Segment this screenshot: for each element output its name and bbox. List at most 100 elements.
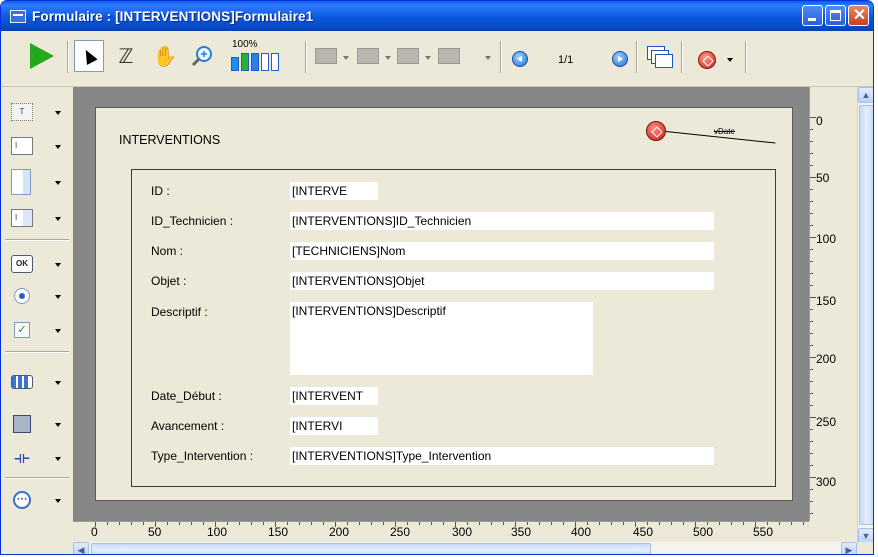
resize-grip[interactable]: [857, 542, 873, 554]
align-dropdown-arrow[interactable]: [343, 56, 349, 60]
radio-tool[interactable]: [9, 285, 65, 309]
tab-order-button[interactable]: ℤ: [113, 40, 139, 72]
zoom-tool-button[interactable]: [189, 40, 215, 72]
ruler-tick: [810, 273, 813, 274]
ruler-tick: [707, 522, 708, 525]
form-title[interactable]: INTERVENTIONS: [119, 133, 220, 147]
layer-button[interactable]: [397, 48, 419, 64]
spinner-tool[interactable]: [9, 167, 65, 197]
ruler-tick: [191, 522, 192, 525]
toolbar-separator: [681, 41, 683, 73]
group-button[interactable]: [438, 48, 460, 64]
chevron-down-icon[interactable]: [55, 499, 61, 503]
field-nom[interactable]: [TECHNICIENS]Nom: [290, 242, 714, 260]
static-text-tool[interactable]: T: [9, 101, 65, 125]
field-label[interactable]: ID :: [151, 183, 170, 199]
rectangle-tool[interactable]: [9, 413, 65, 437]
horizontal-scroll-thumb[interactable]: [91, 543, 651, 554]
previous-page-button[interactable]: [512, 51, 528, 67]
run-form-button[interactable]: [27, 40, 57, 72]
object-method-dropdown-arrow[interactable]: [727, 58, 733, 62]
minimize-button[interactable]: [802, 5, 823, 26]
overlay-button[interactable]: [645, 44, 673, 72]
toolbar-separator: [67, 41, 69, 73]
zoom-level-icon[interactable]: [231, 53, 279, 71]
ruler-tick: [599, 522, 600, 525]
chevron-down-icon[interactable]: [55, 457, 61, 461]
form-editor-window: Formulaire : [INTERVENTIONS]Formulaire1 …: [0, 0, 874, 555]
scroll-right-button[interactable]: ▶: [841, 542, 857, 554]
object-method-icon[interactable]: [698, 51, 716, 69]
ruler-tick: [810, 417, 816, 418]
next-page-button[interactable]: [612, 51, 628, 67]
chevron-down-icon[interactable]: [55, 181, 61, 185]
field-label[interactable]: Date_Début :: [151, 388, 222, 404]
field-label[interactable]: Avancement :: [151, 418, 224, 434]
field-label[interactable]: ID_Technicien :: [151, 213, 233, 229]
chevron-down-icon[interactable]: [55, 145, 61, 149]
group-dropdown-arrow[interactable]: [485, 56, 491, 60]
ruler-tick: [311, 522, 312, 525]
field-date-debut[interactable]: [INTERVENT: [290, 387, 378, 405]
hand-tool-button[interactable]: ✋: [152, 40, 178, 72]
chevron-down-icon[interactable]: [55, 295, 61, 299]
field-label[interactable]: Type_Intervention :: [151, 448, 253, 464]
ruler-tick: [335, 522, 336, 527]
ruler-label: 300: [452, 525, 473, 539]
maximize-button[interactable]: [825, 5, 846, 26]
ruler-tick: [503, 522, 504, 525]
field-id[interactable]: [INTERVE: [290, 182, 378, 200]
form-editor-canvas[interactable]: INTERVENTIONS vDate ID : [INTERVE ID_Tec…: [73, 87, 809, 521]
vertical-scroll-thumb[interactable]: [859, 105, 873, 525]
field-descriptif[interactable]: [INTERVENTIONS]Descriptif: [290, 302, 593, 375]
tab-order-icon: ℤ: [118, 45, 134, 68]
field-avancement[interactable]: [INTERVI: [290, 417, 378, 435]
select-tool-button[interactable]: [74, 40, 104, 72]
progress-tool[interactable]: [9, 371, 65, 395]
ruler-tick: [479, 522, 480, 525]
field-objet[interactable]: [INTERVENTIONS]Objet: [290, 272, 714, 290]
chevron-down-icon[interactable]: [55, 329, 61, 333]
chevron-down-icon[interactable]: [55, 217, 61, 221]
form-page[interactable]: INTERVENTIONS vDate ID : [INTERVE ID_Tec…: [95, 107, 793, 501]
line-tool[interactable]: ⟛: [9, 447, 65, 471]
layer-dropdown-arrow[interactable]: [425, 56, 431, 60]
ruler-tick: [810, 441, 813, 442]
chevron-down-icon[interactable]: [55, 423, 61, 427]
field-label[interactable]: Descriptif :: [151, 304, 208, 320]
ruler-label: 100: [816, 232, 837, 246]
toolbar: ℤ ✋ 100% 1/1: [1, 31, 873, 87]
ruler-tick: [359, 522, 360, 525]
field-label[interactable]: Nom :: [151, 243, 183, 259]
chevron-down-icon[interactable]: [55, 111, 61, 115]
scroll-up-button[interactable]: ▲: [858, 87, 873, 103]
field-tool[interactable]: I: [9, 135, 65, 159]
vertical-scrollbar[interactable]: ▲ ▼: [857, 87, 873, 544]
button-tool[interactable]: OK: [9, 253, 65, 277]
ruler-tick: [810, 285, 813, 286]
scroll-left-button[interactable]: ◀: [73, 542, 89, 554]
plugin-tool[interactable]: ⋯: [9, 489, 65, 513]
field-label[interactable]: Objet :: [151, 273, 186, 289]
chevron-down-icon[interactable]: [55, 381, 61, 385]
ruler-tick: [539, 522, 540, 525]
ruler-tick: [251, 522, 252, 525]
distribute-dropdown-arrow[interactable]: [385, 56, 391, 60]
title-bar[interactable]: Formulaire : [INTERVENTIONS]Formulaire1 …: [1, 1, 873, 31]
horizontal-scrollbar[interactable]: ◀ ▶: [73, 542, 857, 554]
field-id-technicien[interactable]: [INTERVENTIONS]ID_Technicien: [290, 212, 714, 230]
ruler-tick: [810, 141, 813, 142]
date-variable-object[interactable]: vDate: [646, 121, 776, 151]
ruler-tick: [635, 522, 636, 527]
distribute-button[interactable]: [357, 48, 379, 64]
combo-tool[interactable]: I: [9, 207, 65, 231]
align-button[interactable]: [315, 48, 337, 64]
close-button[interactable]: ✕: [848, 5, 869, 26]
static-text-icon: T: [11, 103, 33, 121]
checkbox-tool[interactable]: ✓: [9, 319, 65, 343]
ruler-tick: [407, 522, 408, 525]
chevron-down-icon[interactable]: [55, 263, 61, 267]
ruler-tick: [659, 522, 660, 525]
field-type-intervention[interactable]: [INTERVENTIONS]Type_Intervention: [290, 447, 714, 465]
close-icon: ✕: [852, 7, 867, 24]
